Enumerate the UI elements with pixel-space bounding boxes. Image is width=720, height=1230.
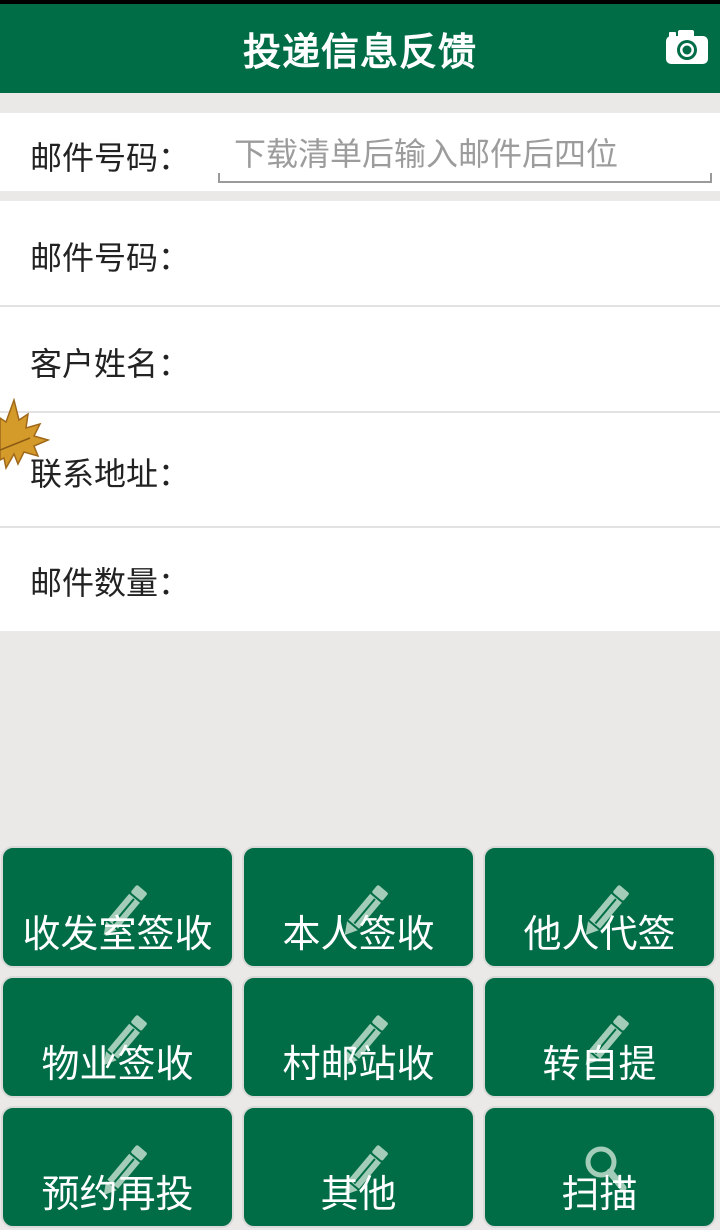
page-title: 投递信息反馈 — [242, 30, 477, 74]
address-label: 联系地址： — [30, 455, 191, 493]
proxy-sign-button[interactable]: 他人代签 — [483, 846, 716, 968]
button-label: 他人代签 — [523, 912, 676, 956]
button-label: 扫描 — [561, 1172, 638, 1216]
detail-row-mail-number: 邮件号码： — [0, 201, 720, 305]
camera-icon[interactable] — [664, 28, 710, 66]
detail-row-address: 联系地址： — [0, 413, 720, 526]
button-label: 收发室签收 — [22, 912, 213, 956]
mail-number-input[interactable] — [218, 127, 712, 181]
button-label: 本人签收 — [282, 912, 435, 956]
app-header: 投递信息反馈 — [0, 4, 720, 93]
scan-button[interactable]: 扫描 — [483, 1106, 716, 1228]
mail-number-search-row: 邮件号码： — [0, 113, 720, 191]
self-pickup-button[interactable]: 转自提 — [483, 976, 716, 1098]
reschedule-delivery-button[interactable]: 预约再投 — [1, 1106, 234, 1228]
mail-number-label: 邮件号码： — [30, 239, 191, 277]
other-button[interactable]: 其他 — [242, 1106, 475, 1228]
detail-row-mail-count: 邮件数量： — [0, 528, 720, 631]
mailroom-sign-button[interactable]: 收发室签收 — [1, 846, 234, 968]
button-label: 其他 — [320, 1172, 397, 1216]
button-label: 转自提 — [542, 1042, 657, 1086]
search-input-wrapper — [218, 127, 712, 183]
button-label: 村邮站收 — [282, 1042, 435, 1086]
search-label: 邮件号码： — [30, 139, 191, 177]
maple-leaf-icon — [0, 398, 50, 471]
customer-name-label: 客户姓名： — [30, 345, 191, 383]
action-button-grid: 收发室签收 本人签收 他人代签 物业签收 村邮站收 转自提 预约再投 其他 扫描 — [0, 845, 720, 1230]
mail-count-label: 邮件数量： — [30, 564, 191, 602]
button-label: 物业签收 — [41, 1042, 194, 1086]
mail-detail-list: 邮件号码： 客户姓名： 联系地址： 邮件数量： — [0, 201, 720, 631]
village-post-sign-button[interactable]: 村邮站收 — [242, 976, 475, 1098]
button-label: 预约再投 — [41, 1172, 194, 1216]
detail-row-customer-name: 客户姓名： — [0, 307, 720, 411]
self-sign-button[interactable]: 本人签收 — [242, 846, 475, 968]
property-sign-button[interactable]: 物业签收 — [1, 976, 234, 1098]
